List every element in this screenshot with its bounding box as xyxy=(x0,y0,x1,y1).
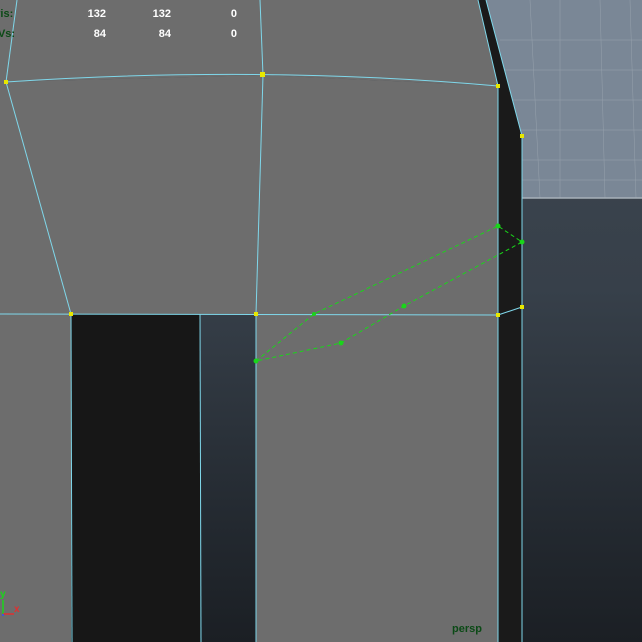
axis-x-label: x xyxy=(14,604,20,615)
hud-uvs-value-3: 0 xyxy=(230,28,237,40)
vertex xyxy=(496,313,500,317)
selected-vertex xyxy=(312,312,316,316)
selected-vertex xyxy=(401,303,407,309)
hud-tris-label: Tris: xyxy=(0,8,14,20)
hud-tris-value-3: 0 xyxy=(230,8,237,20)
selected-vertex xyxy=(338,340,344,346)
axis-y-label: y xyxy=(0,589,6,600)
selected-vertex xyxy=(495,223,501,229)
scene-render[interactable] xyxy=(0,0,642,642)
vertex xyxy=(260,72,265,77)
vertex xyxy=(496,84,500,88)
vertex xyxy=(69,312,73,316)
hud-uvs-label: UVs: xyxy=(0,28,16,40)
vertex xyxy=(520,134,524,138)
vertex xyxy=(4,80,8,84)
hud-tris-value-2: 132 xyxy=(152,8,171,20)
selected-vertex xyxy=(253,358,259,364)
camera-name-label: persp xyxy=(452,623,482,635)
hud-uvs-value-1: 84 xyxy=(93,28,106,40)
selected-vertex xyxy=(519,239,525,245)
persp-viewport[interactable]: Tris: 132 132 0 UVs: 84 84 0 y x persp xyxy=(0,0,642,642)
vertex xyxy=(520,305,524,309)
vertex xyxy=(254,312,258,316)
hud-uvs-value-2: 84 xyxy=(158,28,171,40)
hud-tris-value-1: 132 xyxy=(87,8,106,20)
